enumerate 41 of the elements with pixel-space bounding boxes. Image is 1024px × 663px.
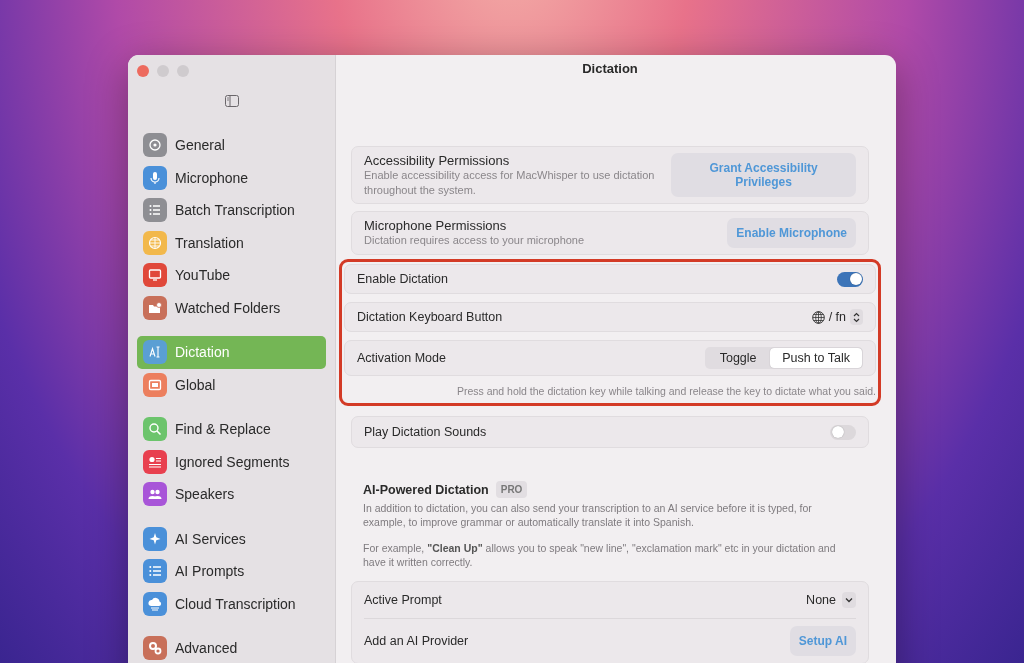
sidebar-item[interactable]: Translation (137, 226, 326, 259)
permission-title: Accessibility Permissions (364, 153, 511, 169)
hint-text: Press and hold the dictation key while talking and release the key to dictate what you said. (455, 384, 876, 399)
sidebar-item[interactable]: General (137, 129, 326, 162)
description-paragraph: In addition to dictation, you can also send your transcription to an AI service before it is typed, for example, to improve grammar or automatically translate it into Spanish. (363, 502, 813, 530)
setting-label: Enable Dictation (357, 272, 449, 286)
setting-label: Activation Mode (357, 351, 446, 365)
toggle-switch[interactable] (830, 424, 856, 440)
setting-label: Active Prompt (364, 593, 442, 608)
sidebar-item[interactable]: Batch Transcription (137, 194, 326, 227)
close-button[interactable] (137, 65, 149, 77)
toggle-switch[interactable] (837, 271, 863, 287)
setting-label: Play Dictation Sounds (364, 425, 487, 439)
sidebar-item[interactable]: Find & Replace (137, 413, 326, 446)
dropdown-value[interactable]: None (806, 593, 836, 608)
sidebar-item[interactable]: AI Services (137, 522, 326, 555)
sidebar-item[interactable]: Advanced (137, 632, 326, 663)
segment-option[interactable]: Toggle (706, 348, 771, 368)
sidebar-item[interactable]: Microphone (137, 161, 326, 194)
segment-option[interactable]: Push to Talk (770, 348, 862, 368)
picker-value[interactable]: / fn (828, 310, 846, 324)
section-title: AI-Powered Dictation (363, 482, 489, 497)
sidebar-item[interactable]: Cloud Transcription (137, 587, 326, 620)
setting-label: Dictation Keyboard Button (357, 310, 503, 324)
pro-badge: PRO (495, 481, 528, 498)
sidebar-item[interactable]: Speakers (137, 478, 326, 511)
sidebar-item[interactable]: YouTube (137, 259, 326, 292)
sidebar-toggle-icon[interactable] (224, 95, 239, 107)
permission-description: Dictation requires access to your microphone (364, 233, 585, 248)
sidebar-item[interactable]: AI Prompts (137, 555, 326, 588)
sidebar-item[interactable]: Watched Folders (137, 291, 326, 324)
chevron-down-icon[interactable] (842, 592, 856, 609)
description-paragraph: For example, "Clean Up" allows you to speak "new line", "exclamation mark" etc in your dictation and have it written correctly. (363, 541, 837, 570)
sidebar-item[interactable]: Global (137, 368, 326, 401)
permission-description: Enable accessibility access for MacWhisper to use dictation throughout the system. (364, 168, 656, 197)
permission-title: Microphone Permissions (364, 218, 508, 234)
stepper-icon[interactable] (850, 309, 863, 325)
window-title: Dictation (582, 61, 638, 76)
sidebar-item[interactable]: Ignored Segments (137, 445, 326, 478)
setting-label: Add an AI Provider (364, 634, 469, 649)
globe-icon (811, 310, 825, 324)
